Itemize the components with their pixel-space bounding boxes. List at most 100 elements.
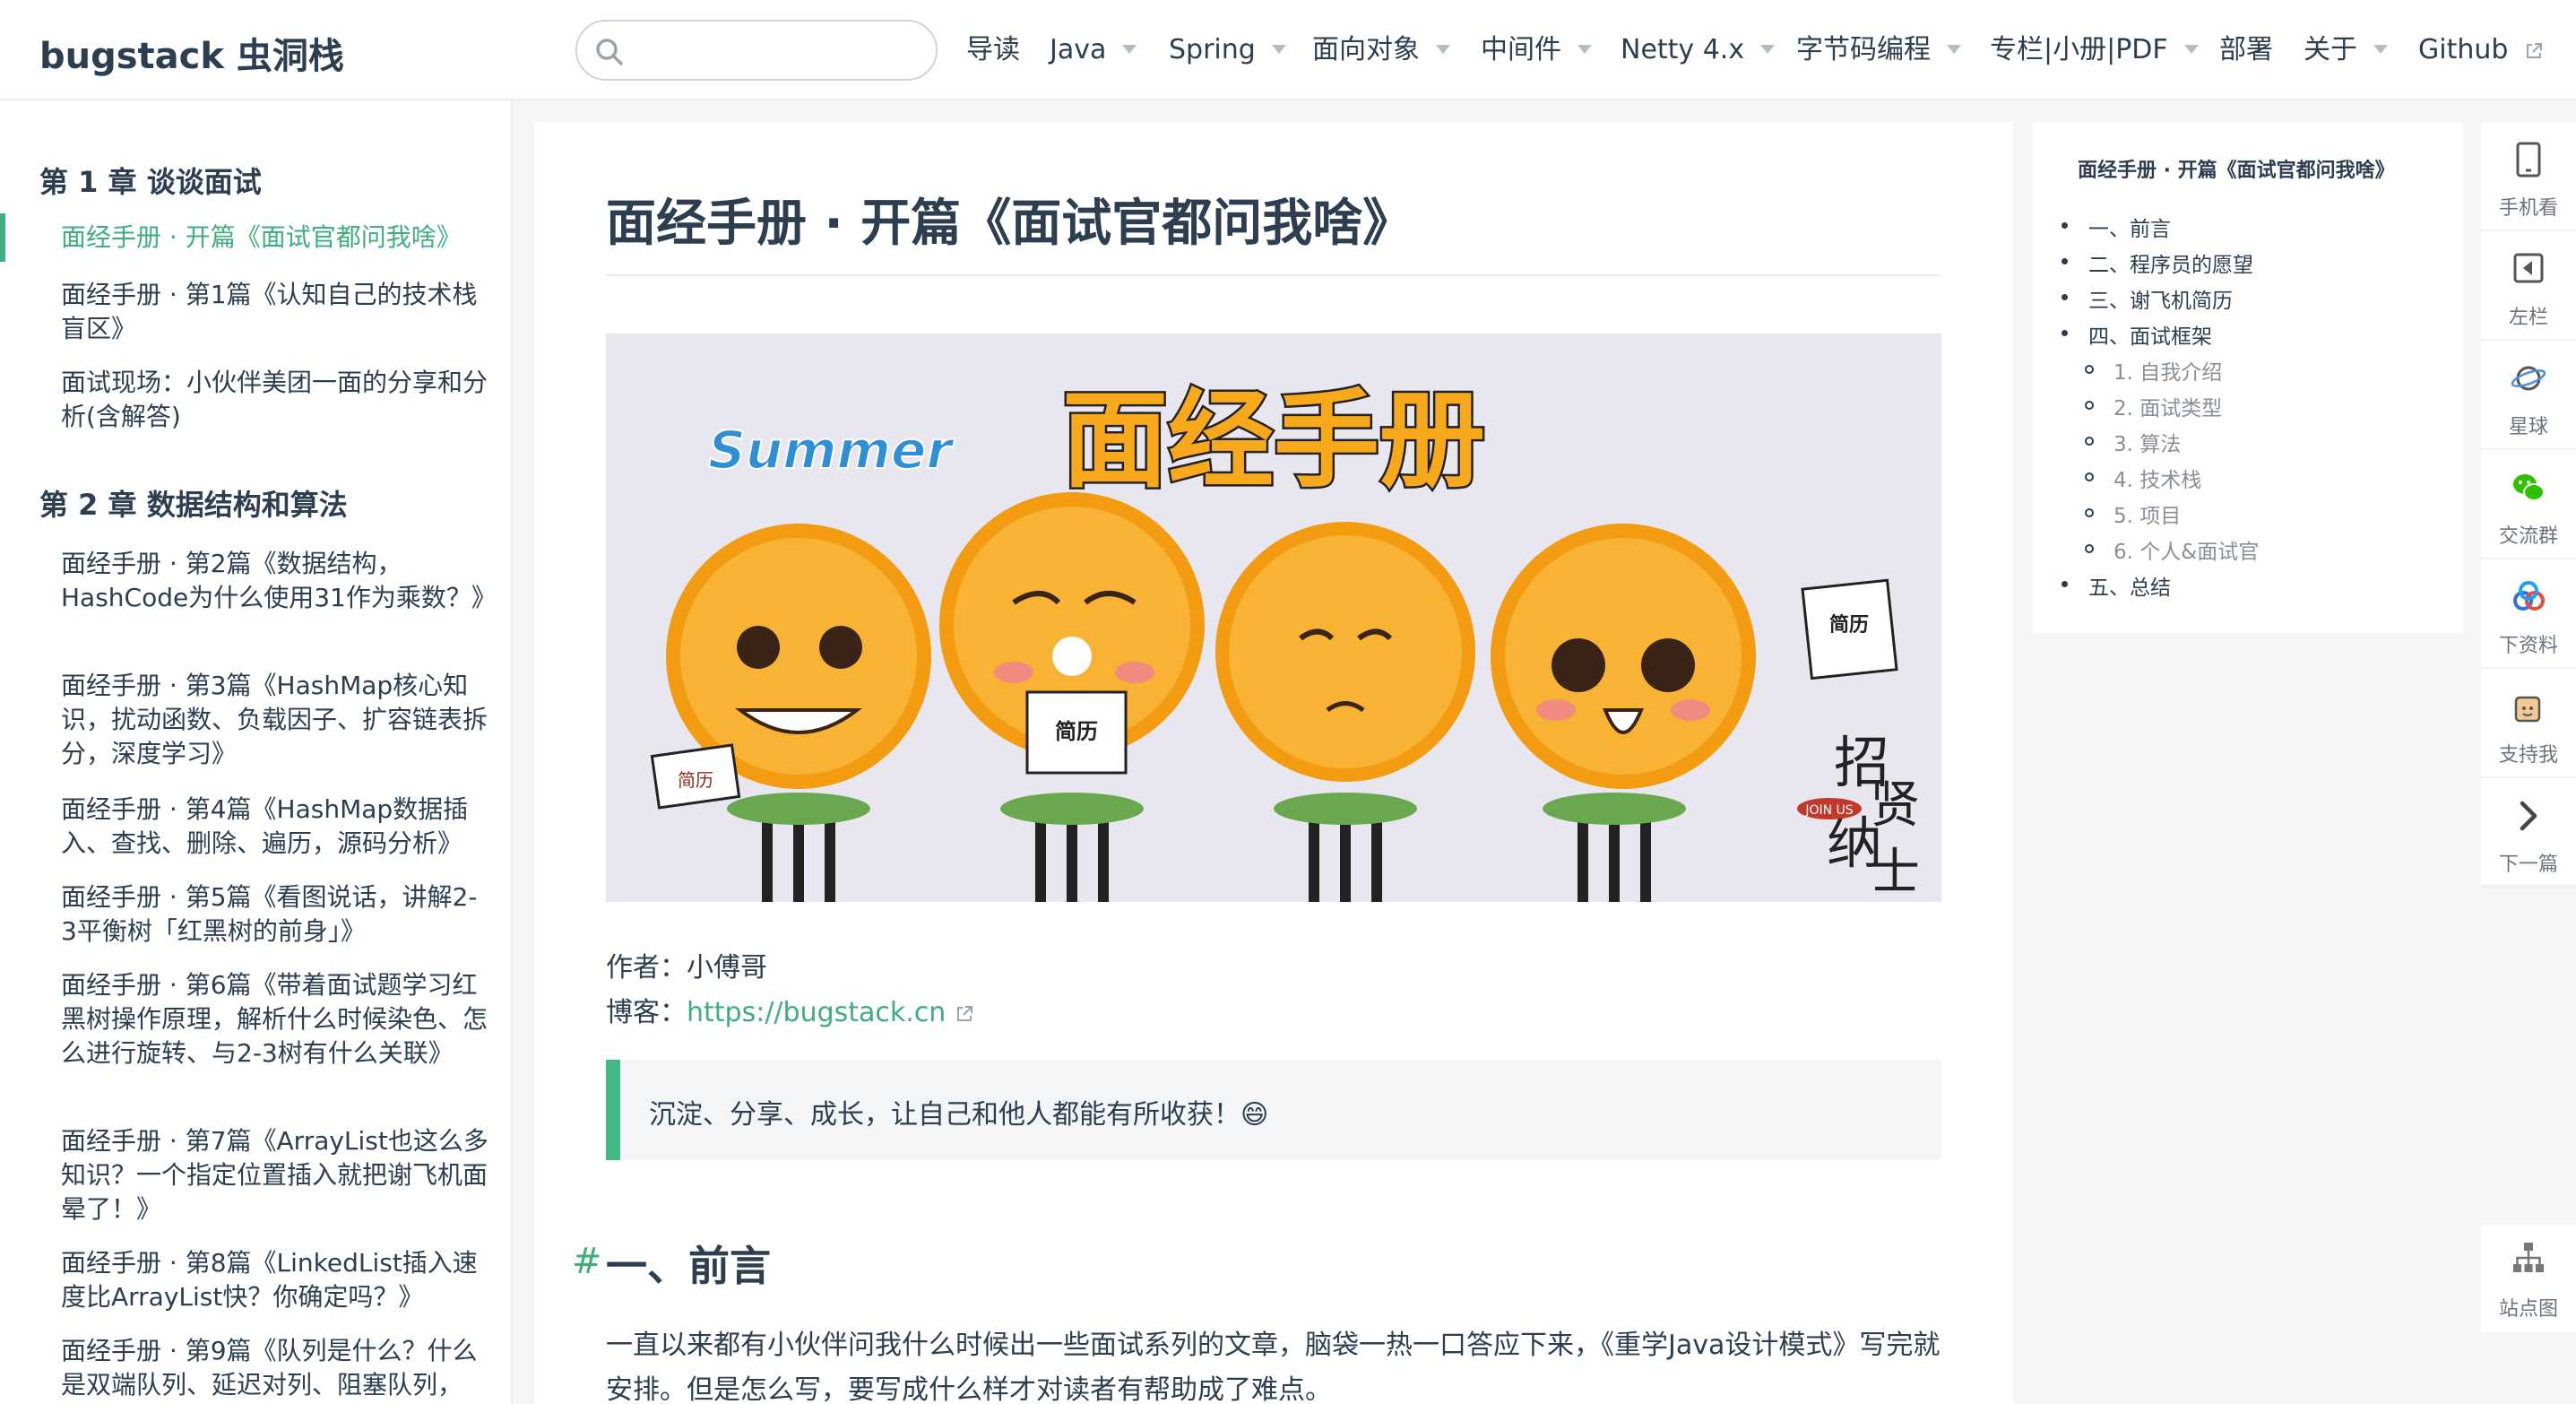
tool-label: 星球 [2508,416,2548,438]
toc-title: 面经手册 · 开篇《面试官都问我啥》 [2078,160,2395,182]
author-line: 作者：小傅哥 [606,945,767,984]
sidebar-item[interactable]: 面试现场：小伙伴美团一面的分享和分析(含解答) [61,366,491,434]
toc-subitem[interactable]: 5. 项目 [2114,498,2181,529]
nav-item-middleware[interactable]: 中间件 [1481,32,1592,68]
sitemap-label: 站点图 [2498,1298,2558,1321]
tool-support[interactable]: 支持我 [2481,669,2576,778]
toc-subitem[interactable]: 6. 个人&面试官 [2114,534,2259,565]
chevron-down-icon [2183,44,2199,54]
planet-icon [2511,366,2546,391]
banner-heading: 面经手册 [1062,378,1485,502]
tool-label: 手机看 [2498,197,2558,220]
toc-item[interactable]: 三、谢飞机简历 [2088,283,2233,314]
blog-label: 博客： [606,997,687,1028]
toc-subitem[interactable]: 2. 面试类型 [2114,391,2222,421]
nav-item-netty[interactable]: Netty 4.x [1621,32,1776,68]
nav-item-spring[interactable]: Spring [1169,32,1286,68]
sidebar-chapter[interactable]: 第 2 章 数据结构和算法 [39,482,348,524]
nav-item-guide[interactable]: 导读 [966,32,1020,68]
tool-left-panel[interactable]: 左栏 [2481,231,2576,341]
search-input[interactable] [575,20,938,81]
header-anchor[interactable]: # [572,1241,602,1282]
sidebar-item[interactable]: 面经手册 · 第5篇《看图说话，讲解2-3平衡树「红黑树的前身」》 [61,880,491,949]
banner-stamp: JOIN US [1804,803,1853,818]
sidebar-item[interactable]: 面经手册 · 第4篇《HashMap数据插入、查找、删除、遍历，源码分析》 [61,793,491,861]
bullet-icon [2062,294,2068,300]
blog-link[interactable]: https://bugstack.cn [687,997,946,1028]
author-name: 小傅哥 [687,952,767,984]
toc-item[interactable]: 五、总结 [2088,570,2171,601]
bullet-icon [2085,544,2094,553]
banner-sign-right: 简历 [1829,613,1869,637]
sidebar-item[interactable]: 面经手册 · 第2篇《数据结构，HashCode为什么使用31作为乘数？》 [61,547,497,615]
nav-item-java[interactable]: Java [1050,32,1137,68]
sidebar-item-active[interactable]: 面经手册 · 开篇《面试官都问我啥》 [61,221,491,255]
blockquote: 沉淀、分享、成长，让自己和他人都能有所收获！😄 [606,1060,1941,1160]
tool-next[interactable]: 下一篇 [2481,778,2576,888]
tool-label: 下一篇 [2498,854,2558,876]
banner-logo: Summer [708,420,955,481]
nav-item-column[interactable]: 专栏|小册|PDF [1990,32,2199,68]
cloud-icon [2513,581,2545,611]
banner-slogan: 士 [1870,844,1920,902]
tool-bar: 手机看 左栏 星球 交流群 下资料 支持我 下一篇 [2481,122,2576,888]
bullet-icon [2062,222,2068,229]
tablet-icon [2516,142,2541,178]
sidebar-chapter[interactable]: 第 1 章 谈谈面试 [39,160,262,201]
bullet-icon [2085,365,2094,374]
sidebar-item[interactable]: 面经手册 · 第8篇《LinkedList插入速度比ArrayList快？你确定… [61,1246,491,1314]
bullet-icon [2062,330,2068,336]
tool-group[interactable]: 交流群 [2481,450,2576,559]
sidebar: 第 1 章 谈谈面试 面经手册 · 开篇《面试官都问我啥》 面经手册 · 第1篇… [0,100,513,1404]
table-of-contents: 面经手册 · 开篇《面试官都问我啥》 一、前言 二、程序员的愿望 三、谢飞机简历… [2033,122,2463,633]
tool-download[interactable]: 下资料 [2481,559,2576,669]
nav-item-oop[interactable]: 面向对象 [1312,32,1450,68]
nav-item-about[interactable]: 关于 [2304,32,2388,68]
tool-label: 左栏 [2508,307,2548,329]
nav-item-deploy[interactable]: 部署 [2219,32,2273,68]
divider [606,274,1941,276]
toc-item[interactable]: 四、面试框架 [2088,319,2212,350]
tool-mobile[interactable]: 手机看 [2481,122,2576,231]
navbar: bugstack 虫洞栈 导读 Java Spring 面向对象 中间件 Net… [0,0,2576,100]
nav-item-bytecode[interactable]: 字节码编程 [1796,32,1961,68]
tool-label: 下资料 [2498,635,2558,657]
chevron-down-icon [1122,44,1137,54]
bullet-icon [2062,258,2068,264]
toc-item[interactable]: 二、程序员的愿望 [2088,247,2253,278]
chevron-down-icon [1436,44,1450,54]
chevron-down-icon [1271,44,1286,54]
chevron-right-icon [2520,801,2537,831]
nav-item-github[interactable]: Github [2418,32,2544,68]
toc-subitem[interactable]: 3. 算法 [2114,427,2181,457]
tool-label: 支持我 [2498,744,2558,767]
external-link-icon [2526,42,2542,58]
external-link-icon [956,1005,972,1021]
quote-text: 沉淀、分享、成长，让自己和他人都能有所收获！😄 [649,1099,1269,1131]
sidebar-item[interactable]: 面经手册 · 第1篇《认知自己的技术栈盲区》 [61,278,491,346]
sitemap-icon [2513,1243,2544,1272]
sidebar-item[interactable]: 面经手册 · 第9篇《队列是什么？什么是双端队列、延迟对列、阻塞队列， [61,1334,491,1402]
sitemap-button[interactable]: 站点图 [2481,1225,2576,1332]
paragraph: 一直以来都有小伙伴问我什么时候出一些面试系列的文章，脑袋一热一口答应下来，《重学… [606,1330,1941,1404]
banner-image: Summer 面经手册 简历 简历 简历 招 贤 纳 士 JOIN US [606,334,1941,902]
site-name[interactable]: bugstack 虫洞栈 [39,27,344,79]
tool-planet[interactable]: 星球 [2481,341,2576,450]
toc-subitem[interactable]: 4. 技术栈 [2114,463,2201,493]
section-heading: 一、前言 [606,1242,771,1290]
toc-item[interactable]: 一、前言 [2088,212,2171,242]
blog-line: 博客：https://bugstack.cn [606,990,974,1029]
sidebar-item[interactable]: 面经手册 · 第6篇《带着面试题学习红黑树操作原理，解析什么时候染色、怎么进行旋… [61,968,491,1070]
bullet-icon [2085,437,2094,446]
search-icon [596,39,623,65]
chevron-down-icon [2373,44,2388,54]
toc-subitem[interactable]: 1. 自我介绍 [2114,355,2222,386]
page-title: 面经手册 · 开篇《面试官都问我啥》 [606,195,1413,253]
sidebar-item[interactable]: 面经手册 · 第3篇《HashMap核心知识，扰动函数、负载因子、扩容链表拆分，… [61,669,491,771]
bullet-icon [2085,401,2094,410]
bullet-icon [2085,472,2094,481]
coffee-icon [2514,696,2541,723]
sidebar-item[interactable]: 面经手册 · 第7篇《ArrayList也这么多知识？一个指定位置插入就把谢飞机… [61,1124,491,1226]
chevron-down-icon [1947,44,1961,54]
banner-sign-mid: 简历 [1055,719,1098,744]
